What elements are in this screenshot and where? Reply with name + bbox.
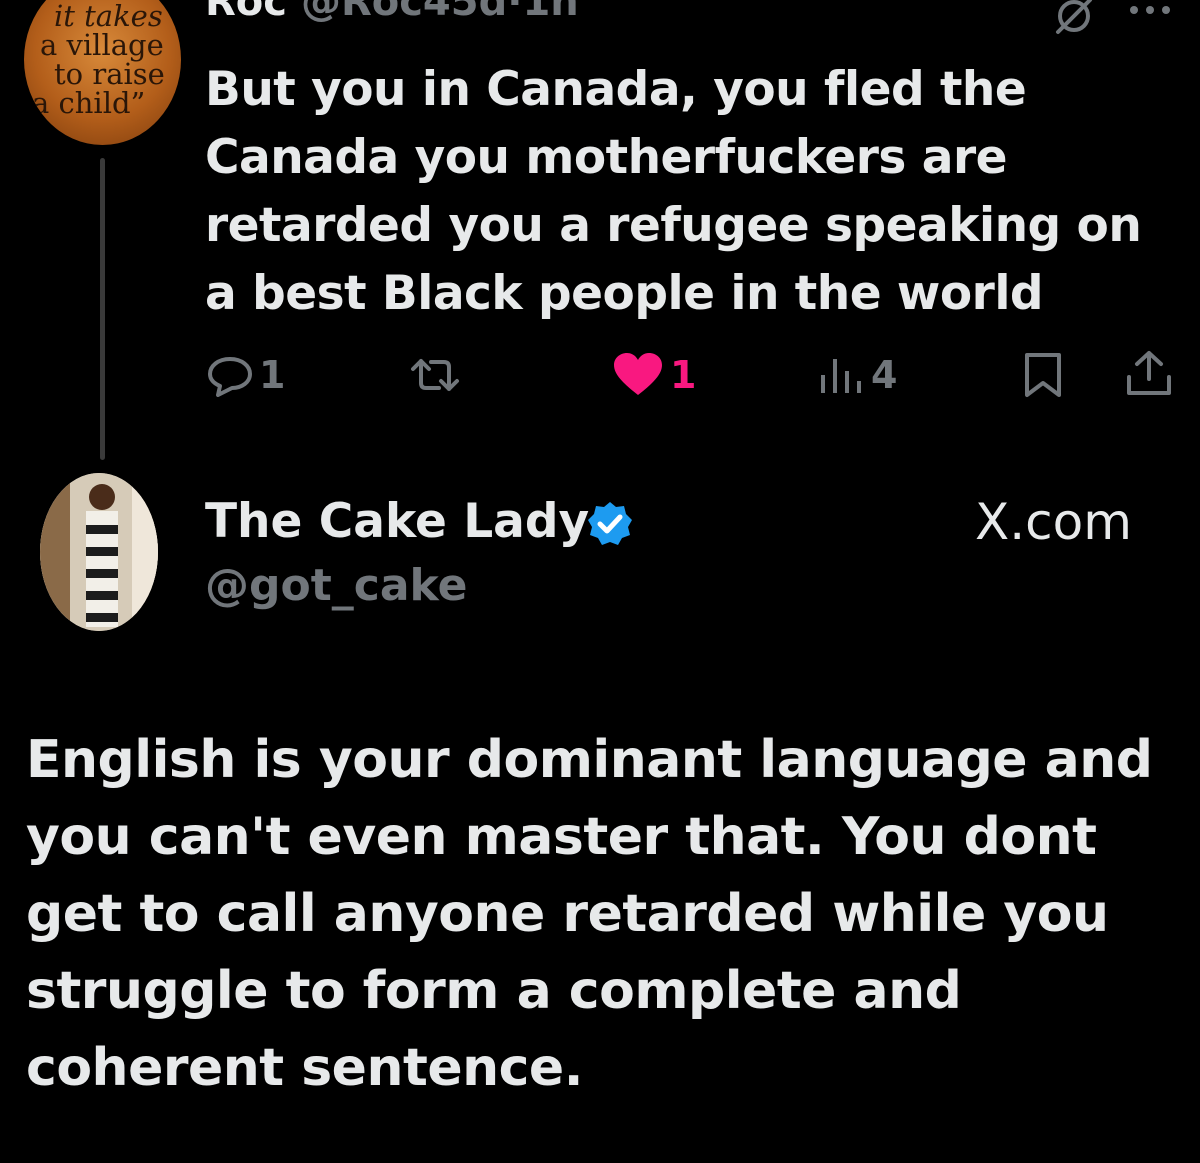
like-button[interactable]: 1 <box>610 345 696 405</box>
verified-badge-icon <box>588 502 632 545</box>
tweet-text: But you in Canada, you fled the Canada y… <box>205 62 1142 321</box>
avatar[interactable] <box>40 473 158 631</box>
view-count: 4 <box>871 353 898 397</box>
handle[interactable]: @got_cake <box>205 558 467 614</box>
views-button[interactable]: 4 <box>817 345 897 405</box>
avatar-photo <box>40 473 158 631</box>
thread-line <box>100 158 105 460</box>
repost-icon <box>411 359 459 391</box>
source-label: X.com <box>975 493 1132 551</box>
display-name[interactable]: Roc <box>205 0 287 25</box>
share-icon[interactable] <box>1125 349 1173 397</box>
avatar[interactable]: it takes a village to raise a child” <box>24 0 181 145</box>
tweet-actions: 1 1 4 <box>205 345 1175 405</box>
tweet-text: English is your dominant language and yo… <box>26 730 1153 1098</box>
repost-button[interactable] <box>407 345 467 405</box>
like-count: 1 <box>670 353 697 397</box>
grok-icon[interactable] <box>1052 0 1096 38</box>
more-icon[interactable] <box>1128 4 1172 16</box>
separator: · <box>507 0 523 25</box>
like-icon <box>614 353 662 395</box>
display-name[interactable]: The Cake Lady <box>205 494 589 550</box>
views-icon <box>821 359 861 393</box>
handle[interactable]: @Roc45d <box>301 0 507 25</box>
reply-button[interactable]: 1 <box>205 345 285 405</box>
bookmark-icon[interactable] <box>1021 351 1065 399</box>
timestamp[interactable]: 1h <box>522 0 578 25</box>
avatar-quote-text: it takes a village to raise a child” <box>32 0 165 120</box>
tweet-header: Roc @Roc45d·1h <box>205 0 579 22</box>
reply-icon <box>208 357 252 397</box>
reply-count: 1 <box>259 353 286 397</box>
